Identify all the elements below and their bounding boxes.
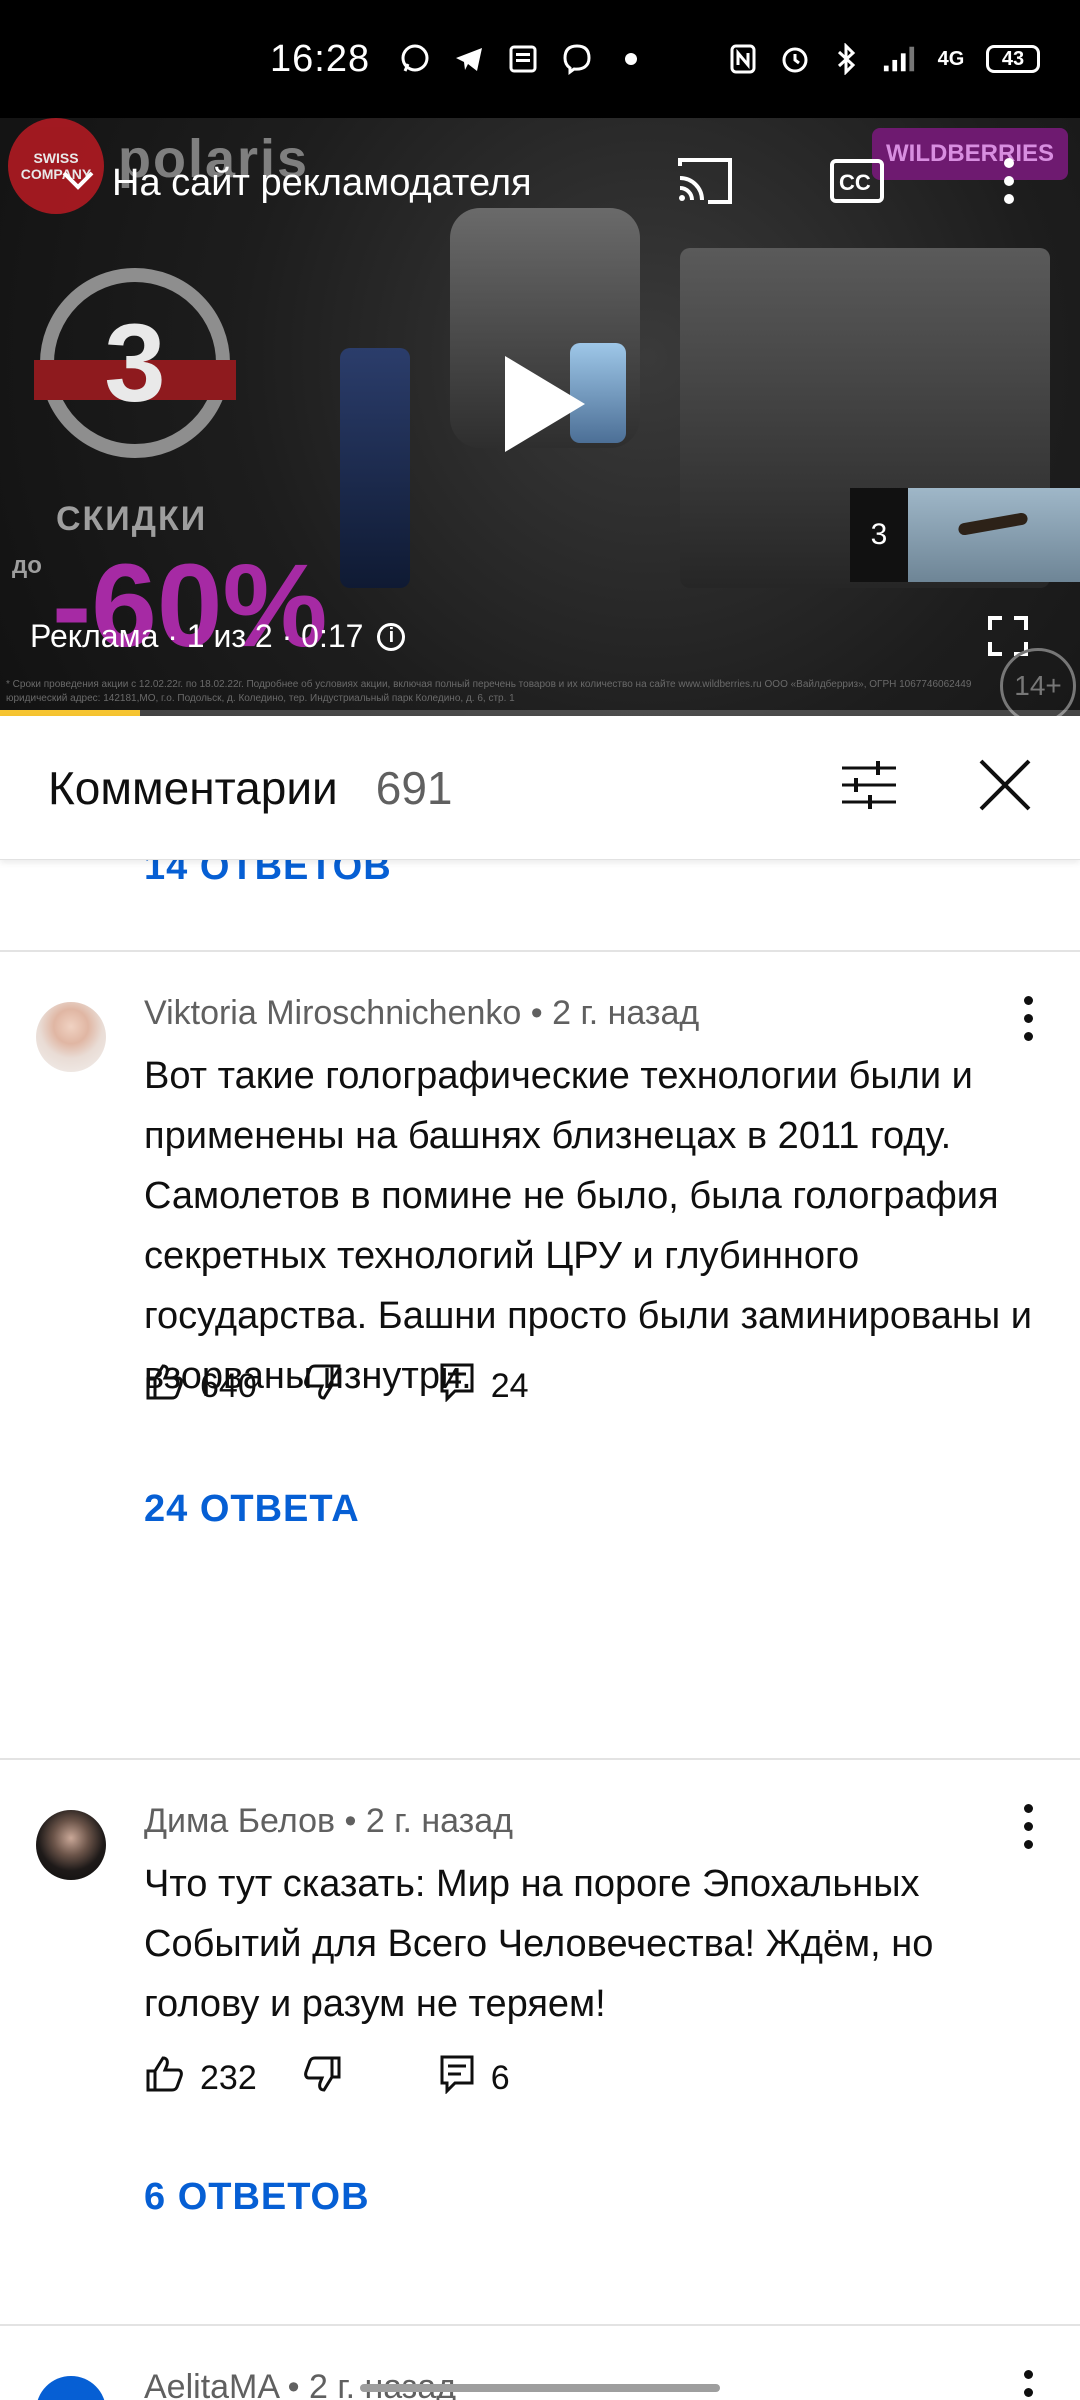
advertiser-link[interactable]: На сайт рекламодателя xyxy=(60,162,532,205)
svg-text:CC: CC xyxy=(839,170,871,195)
more-vert-icon[interactable] xyxy=(1022,2370,1034,2400)
replies-link[interactable]: 6 ОТВЕТОВ xyxy=(144,2176,370,2219)
status-bar: 16:28 4G 43 xyxy=(0,0,1080,118)
battery-icon: 43 xyxy=(986,45,1040,73)
thumbs-up-icon xyxy=(144,2054,184,2103)
nfc-icon xyxy=(726,42,760,76)
status-time: 16:28 xyxy=(270,37,371,80)
reply-count: 24 xyxy=(490,1367,529,1405)
like-count: 232 xyxy=(200,2059,257,2097)
system-icons: 4G 43 xyxy=(726,42,1040,76)
avatar[interactable] xyxy=(36,1002,106,1072)
comment-text: Вот такие голографические технологии был… xyxy=(144,1055,1032,1397)
next-video-thumbnail[interactable] xyxy=(908,488,1080,582)
discount-label: СКИДКИ xyxy=(56,500,208,538)
news-icon xyxy=(506,42,540,76)
comment-icon xyxy=(439,2054,475,2103)
bluetooth-icon xyxy=(830,42,864,76)
comment-time: • 2 г. назад xyxy=(530,994,700,1032)
advertiser-link-label: На сайт рекламодателя xyxy=(112,162,532,204)
comment-actions: 640 24 xyxy=(144,1362,529,1411)
more-vert-icon[interactable] xyxy=(1022,1804,1034,1849)
comment-author[interactable]: AelitaMA xyxy=(144,2368,278,2400)
play-button[interactable] xyxy=(505,356,585,452)
reply-button[interactable]: 24 xyxy=(439,1362,529,1411)
comment-time: • 2 г. назад xyxy=(344,1802,514,1840)
viber-icon xyxy=(560,42,594,76)
like-count: 640 xyxy=(200,1367,257,1405)
filter-icon[interactable] xyxy=(840,760,898,815)
thumbs-down-icon xyxy=(303,1362,343,1411)
discount-prefix: до xyxy=(12,552,42,579)
notification-icons xyxy=(398,42,648,76)
like-button[interactable]: 232 xyxy=(144,2054,257,2103)
dot-icon xyxy=(614,42,648,76)
ad-info-label: Реклама · 1 из 2 · 0:17 xyxy=(30,618,364,654)
comment-icon xyxy=(439,1362,475,1411)
4g-icon: 4G xyxy=(937,47,965,70)
comment-author[interactable]: Viktoria Miroschnichenko xyxy=(144,994,521,1032)
close-icon[interactable] xyxy=(978,758,1032,817)
reply-button[interactable]: 6 xyxy=(439,2054,510,2103)
divider xyxy=(0,950,1080,952)
age-rating: 14+ xyxy=(1000,648,1076,716)
thumbs-up-icon xyxy=(144,1362,184,1411)
like-button[interactable]: 640 xyxy=(144,1362,257,1411)
ad-info: Реклама · 1 из 2 · 0:17 i xyxy=(30,618,406,655)
info-icon[interactable]: i xyxy=(377,622,406,651)
home-indicator[interactable] xyxy=(360,2384,720,2392)
more-vert-icon[interactable] xyxy=(1022,996,1034,1041)
video-player[interactable]: SWISS COMPANY polaris WILDBERRIES 3 СКИД… xyxy=(0,118,1080,716)
replies-link[interactable]: 24 ОТВЕТА xyxy=(144,1488,360,1531)
comments-header: Комментарии 691 xyxy=(0,716,1080,860)
fullscreen-icon[interactable] xyxy=(988,616,1028,656)
signal-icon xyxy=(882,42,916,76)
reply-count: 6 xyxy=(490,2059,510,2097)
whatsapp-icon xyxy=(398,42,432,76)
legal-disclaimer: * Сроки проведения акции с 12.02.22г. по… xyxy=(6,679,972,704)
comment-text: Что тут сказать: Мир на пороге Эпохальны… xyxy=(144,1863,934,2025)
comment-meta: Дима Белов • 2 г. назад xyxy=(144,1802,513,1841)
comment-actions: 232 6 xyxy=(144,2054,510,2103)
cast-icon[interactable] xyxy=(674,156,736,206)
telegram-icon xyxy=(452,42,486,76)
guarantee-badge: 3 xyxy=(34,268,236,458)
queue-count: 3 xyxy=(850,488,908,582)
guarantee-number: 3 xyxy=(104,301,166,425)
alarm-icon xyxy=(778,42,812,76)
comment-author[interactable]: Дима Белов xyxy=(144,1802,335,1840)
more-vert-icon[interactable] xyxy=(978,156,1040,206)
divider xyxy=(0,2324,1080,2326)
comments-list[interactable]: 14 ОТВЕТОВ Viktoria Miroschnichenko • 2 … xyxy=(0,860,1080,2400)
captions-icon[interactable]: CC xyxy=(826,156,888,206)
shaver-image xyxy=(340,348,410,588)
thumbs-down-icon xyxy=(303,2054,343,2103)
comment-meta: Viktoria Miroschnichenko • 2 г. назад xyxy=(144,994,699,1033)
chevron-down-icon xyxy=(60,162,96,201)
comments-count: 691 xyxy=(375,761,453,814)
dislike-button[interactable] xyxy=(303,2054,343,2103)
queue-preview[interactable]: 3 xyxy=(850,488,1080,582)
avatar[interactable] xyxy=(36,2376,106,2400)
avatar[interactable] xyxy=(36,1810,106,1880)
comments-title: Комментарии xyxy=(48,761,338,814)
replies-link[interactable]: 14 ОТВЕТОВ xyxy=(144,860,392,889)
player-top-controls: CC xyxy=(674,156,1080,206)
dislike-button[interactable] xyxy=(303,1362,343,1411)
divider xyxy=(0,1758,1080,1760)
